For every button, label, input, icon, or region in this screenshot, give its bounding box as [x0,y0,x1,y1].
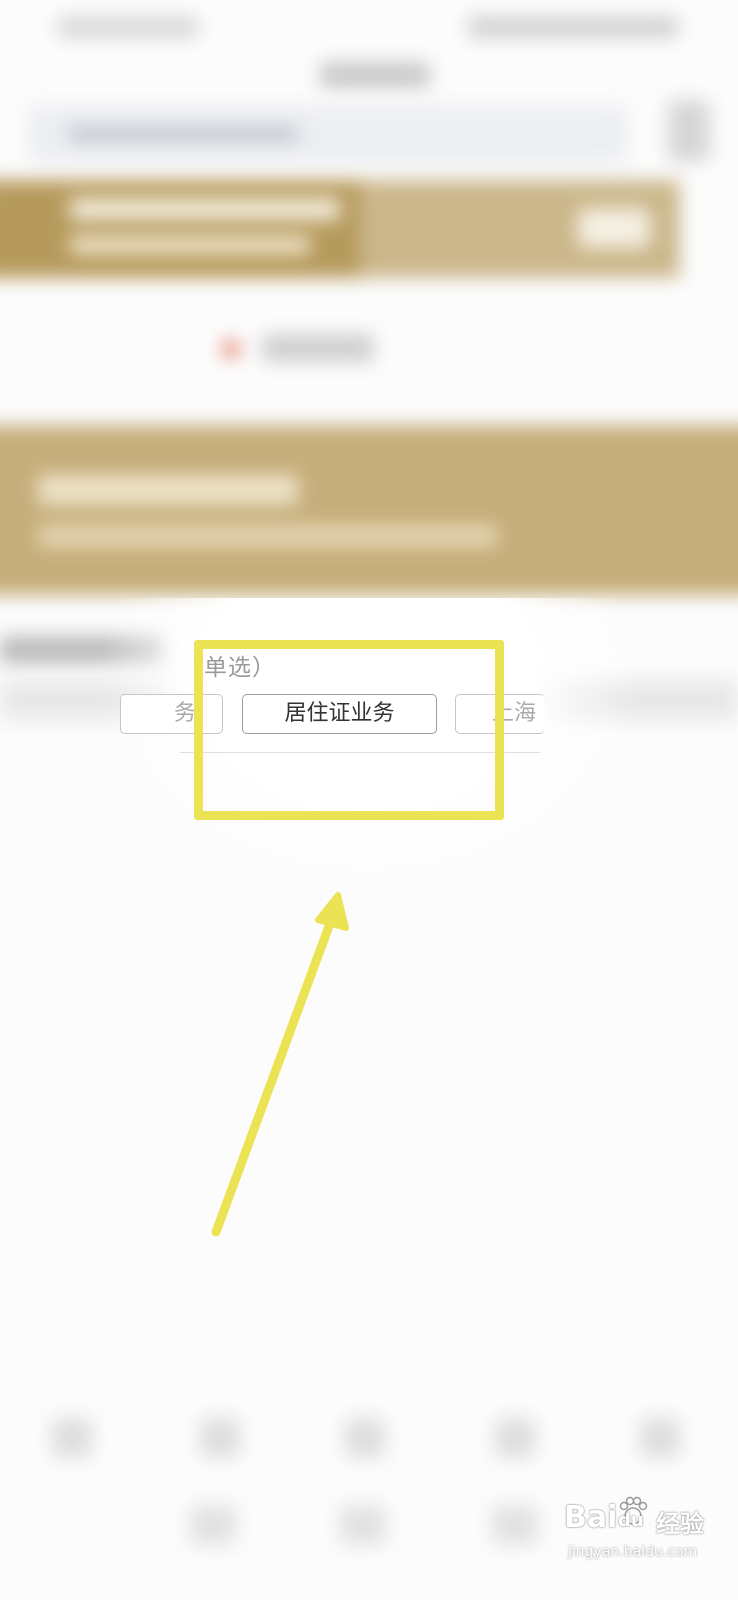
promo-banner[interactable] [0,180,680,278]
tab-icon-5[interactable] [640,1418,680,1458]
status-time [58,16,198,38]
baidu-jingyan-watermark: Bai du 经验 jingyan.baidu.com [564,1496,724,1570]
tab-icon-3[interactable] [345,1418,385,1458]
status-icons [468,16,678,38]
banner-subtitle [70,236,310,254]
watermark-brand: Bai [564,1500,618,1535]
page-title [320,62,430,88]
highlight-box [194,640,504,820]
tab-icon-2[interactable] [200,1418,240,1458]
system-home-button[interactable] [340,1505,386,1545]
search-placeholder [68,125,298,143]
watermark-url: jingyan.baidu.com [568,1544,698,1560]
service-header-title [38,475,298,505]
notice-dot-icon [222,340,240,358]
notice-link[interactable] [262,334,374,362]
tab-icon-1[interactable] [52,1418,92,1458]
app-screen: （单选） 务 居住证业务 上海 Bai du 经验 jingyan.baidu.… [0,0,738,1600]
tab-icon-4[interactable] [495,1418,535,1458]
watermark-brand-du: du [618,1510,644,1531]
search-input[interactable] [28,105,628,163]
menu-icon[interactable] [668,100,710,162]
service-header [0,425,738,595]
banner-button[interactable] [578,208,650,248]
status-bar [0,0,738,56]
banner-title [70,198,340,220]
system-back-button[interactable] [190,1505,236,1545]
system-recent-button[interactable] [492,1505,538,1545]
watermark-product: 经验 [656,1510,704,1538]
banner-background [0,180,360,278]
service-header-subtitle [38,525,498,547]
